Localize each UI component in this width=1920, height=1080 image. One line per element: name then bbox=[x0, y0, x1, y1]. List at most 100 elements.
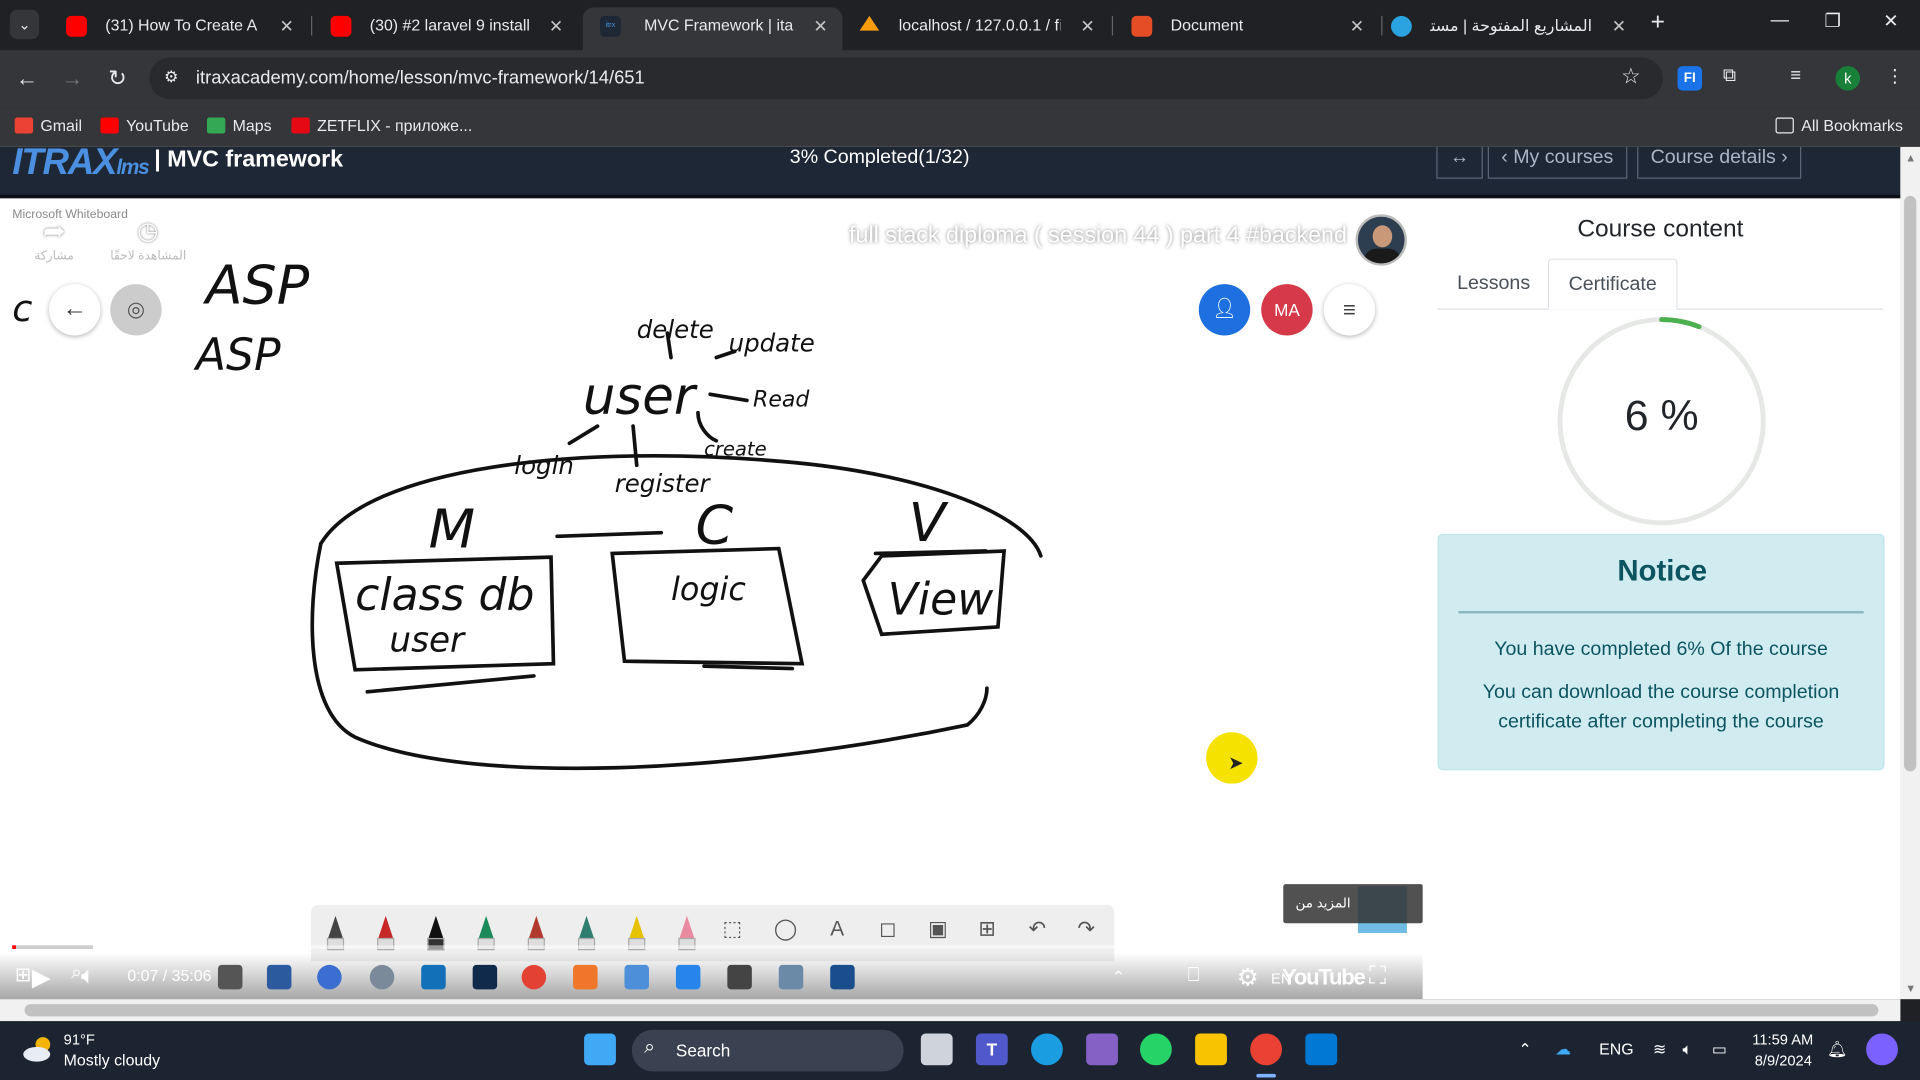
ruler-icon[interactable]: ⬚ bbox=[722, 917, 742, 941]
video-title[interactable]: full stack diploma ( session 44 ) part 4… bbox=[849, 223, 1347, 250]
insert-icon[interactable]: ⊞ bbox=[978, 917, 995, 941]
course-details-button[interactable]: Course details › bbox=[1637, 146, 1802, 179]
itrax-logo[interactable]: ITRAXlms bbox=[12, 147, 150, 184]
taskbar-search[interactable]: ⌕ Search bbox=[631, 1029, 904, 1072]
edge-icon[interactable] bbox=[1031, 1033, 1063, 1066]
whiteboard-menu-icon[interactable]: ≡ bbox=[1323, 284, 1376, 336]
bookmark-star-icon[interactable]: ☆ bbox=[1621, 64, 1641, 90]
extension-icon[interactable]: FI bbox=[1677, 66, 1703, 91]
onedrive-cloud-icon[interactable]: ☁ bbox=[1555, 1040, 1571, 1060]
tab-search-chevron-icon[interactable]: ⌄ bbox=[9, 9, 40, 40]
address-bar[interactable]: ⚙ itraxacademy.com/home/lesson/mvc-frame… bbox=[149, 57, 1663, 100]
url-text[interactable]: itraxacademy.com/home/lesson/mvc-framewo… bbox=[196, 67, 645, 88]
tray-overflow-chevron-icon[interactable]: ⌃ bbox=[1518, 1040, 1531, 1060]
bookmark-gmail[interactable]: Gmail bbox=[14, 116, 82, 135]
browser-tab-2-active[interactable]: itrx MVC Framework | itarx ✕ bbox=[582, 7, 843, 51]
browser-tab-3[interactable]: localhost / 127.0.0.1 / files ✕ bbox=[842, 7, 1109, 44]
my-courses-button[interactable]: ‹ My courses bbox=[1487, 146, 1627, 179]
windows-start-icon[interactable] bbox=[584, 1033, 616, 1066]
pen-teal-icon[interactable] bbox=[574, 915, 598, 955]
whiteboard-back-arrow-icon[interactable]: ← bbox=[48, 284, 101, 336]
battery-icon[interactable]: ▭ bbox=[1712, 1040, 1727, 1060]
copilot-icon[interactable] bbox=[1866, 1033, 1898, 1066]
pen-black-icon[interactable] bbox=[323, 915, 347, 955]
highlighter-yellow-icon[interactable] bbox=[624, 915, 648, 955]
close-window-icon[interactable]: ✕ bbox=[1883, 10, 1898, 32]
video-progress-bar[interactable] bbox=[12, 945, 1411, 949]
more-menu-icon[interactable]: ⋮ bbox=[1886, 65, 1904, 87]
browser-tab-1[interactable]: (30) #2 laravel 9 installatio ✕ bbox=[313, 7, 577, 44]
notification-bell-icon[interactable]: 🔔︎ bbox=[1827, 1040, 1847, 1060]
weather-temperature[interactable]: 91°F bbox=[64, 1031, 95, 1048]
weather-description[interactable]: Mostly cloudy bbox=[64, 1051, 160, 1069]
close-icon[interactable]: ✕ bbox=[280, 7, 294, 44]
scroll-up-arrow-icon[interactable]: ▲ bbox=[1905, 152, 1916, 164]
task-view-icon[interactable] bbox=[920, 1033, 953, 1066]
close-icon[interactable]: ✕ bbox=[549, 7, 563, 44]
watch-later-label[interactable]: المشاهدة لاحقًا bbox=[110, 250, 186, 263]
close-icon[interactable]: ✕ bbox=[813, 7, 827, 44]
close-icon[interactable]: ✕ bbox=[1612, 7, 1626, 44]
all-bookmarks[interactable]: All Bookmarks bbox=[1775, 116, 1903, 135]
video-player[interactable]: ASP ASP user delete update Read create l… bbox=[0, 198, 1423, 1000]
forward-arrow-icon[interactable]: → bbox=[58, 64, 87, 93]
scrollbar-thumb[interactable] bbox=[1904, 195, 1917, 772]
close-icon[interactable]: ✕ bbox=[1350, 7, 1364, 44]
share-arrow-icon[interactable]: ➦ bbox=[43, 216, 66, 248]
volume-icon[interactable]: 🔈︎ bbox=[81, 962, 96, 990]
whiteboard-view-icon[interactable]: ◎ bbox=[110, 284, 162, 336]
expand-button[interactable]: ↔ bbox=[1436, 146, 1483, 179]
pen-green-icon[interactable] bbox=[474, 915, 498, 955]
bookmark-zetflix[interactable]: ZETFLIX - приложе... bbox=[291, 116, 472, 135]
redo-icon[interactable]: ↷ bbox=[1078, 917, 1095, 941]
new-tab-plus-icon[interactable]: + bbox=[1651, 9, 1665, 37]
browser-tab-5[interactable]: المشاريع المفتوحة | مستقل ✕ bbox=[1384, 7, 1641, 44]
more-videos-button[interactable]: المزيد من الفيديوهات bbox=[1283, 884, 1423, 950]
youtube-logo[interactable]: YouTube bbox=[1282, 965, 1366, 991]
whiteboard-user-avatar[interactable]: MA bbox=[1261, 284, 1313, 336]
text-icon[interactable]: A bbox=[830, 917, 844, 941]
browser-tab-4[interactable]: Document ✕ bbox=[1114, 7, 1378, 44]
whiteboard-person-icon[interactable]: 👤︎ bbox=[1198, 284, 1251, 336]
clock-time[interactable]: 11:59 AM bbox=[1752, 1031, 1813, 1048]
weather-cloud-sun-icon[interactable] bbox=[22, 1032, 56, 1066]
teams-icon[interactable]: T bbox=[975, 1033, 1008, 1066]
visual-studio-icon[interactable] bbox=[1086, 1033, 1118, 1066]
horizontal-scrollbar[interactable] bbox=[0, 999, 1901, 1022]
volume-icon[interactable]: 🔈︎ bbox=[1682, 1040, 1692, 1060]
whatsapp-icon[interactable] bbox=[1140, 1033, 1172, 1066]
reload-icon[interactable]: ↻ bbox=[103, 64, 132, 93]
bookmark-youtube[interactable]: YouTube bbox=[100, 116, 189, 135]
eraser-icon[interactable] bbox=[675, 915, 699, 955]
clock-date[interactable]: 8/9/2024 bbox=[1755, 1052, 1812, 1069]
chrome-icon[interactable] bbox=[1250, 1033, 1283, 1066]
watch-later-clock-icon[interactable]: ◷ bbox=[137, 216, 158, 247]
site-info-icon[interactable]: ⚙ bbox=[164, 67, 178, 87]
shape-icon[interactable]: ◻ bbox=[879, 917, 896, 941]
channel-avatar[interactable] bbox=[1355, 214, 1407, 266]
horizontal-scrollbar-thumb[interactable] bbox=[24, 1004, 1879, 1017]
captions-icon[interactable]: ⎕ bbox=[1188, 965, 1200, 987]
restore-icon[interactable]: ❐ bbox=[1824, 10, 1840, 32]
vertical-scrollbar[interactable]: ▲ ▼ bbox=[1900, 146, 1920, 1000]
profile-avatar[interactable]: k bbox=[1835, 66, 1861, 91]
tab-certificate[interactable]: Certificate bbox=[1547, 258, 1678, 310]
fullscreen-icon[interactable]: ⛶ bbox=[1369, 962, 1386, 990]
bookmark-maps[interactable]: Maps bbox=[206, 116, 272, 135]
settings-gear-icon[interactable]: ⚙ bbox=[1237, 962, 1259, 993]
play-icon[interactable]: ▶ bbox=[32, 962, 51, 993]
extensions-puzzle-icon[interactable]: ⧉ bbox=[1723, 65, 1736, 86]
browser-tab-0[interactable]: (31) How To Create A OOP ✕ bbox=[49, 7, 309, 44]
undo-icon[interactable]: ↶ bbox=[1029, 917, 1046, 941]
share-label[interactable]: مشاركة bbox=[34, 250, 74, 263]
pen-red-icon[interactable] bbox=[373, 915, 397, 955]
lasso-icon[interactable]: ◯ bbox=[774, 917, 797, 941]
vscode-icon[interactable] bbox=[1305, 1033, 1338, 1066]
tab-lessons[interactable]: Lessons bbox=[1438, 258, 1550, 309]
language-indicator[interactable]: ENG bbox=[1599, 1040, 1633, 1058]
back-arrow-icon[interactable]: ← bbox=[12, 64, 41, 93]
pen-selected-icon[interactable] bbox=[424, 915, 448, 955]
minimize-icon[interactable]: — bbox=[1771, 10, 1789, 31]
scroll-down-arrow-icon[interactable]: ▼ bbox=[1905, 982, 1916, 994]
pen-darkred-icon[interactable] bbox=[524, 915, 548, 955]
